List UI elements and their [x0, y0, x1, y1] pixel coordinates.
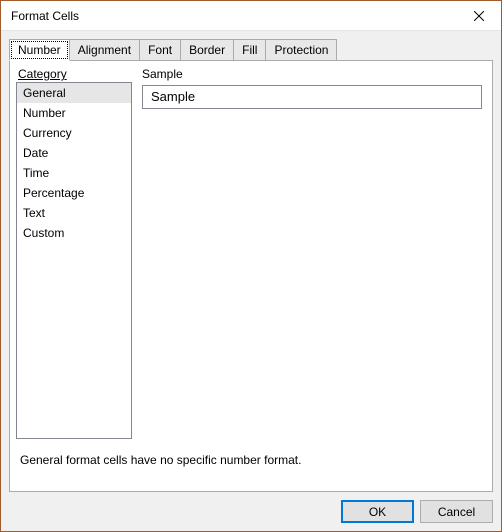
- category-column: Category General Number Currency Date Ti…: [16, 67, 132, 439]
- category-item-date[interactable]: Date: [17, 143, 131, 163]
- tab-number[interactable]: Number: [9, 39, 70, 61]
- category-label: Category: [16, 67, 132, 81]
- category-item-currency[interactable]: Currency: [17, 123, 131, 143]
- close-icon: [474, 11, 484, 21]
- category-item-number[interactable]: Number: [17, 103, 131, 123]
- panel-body: Category General Number Currency Date Ti…: [16, 67, 482, 439]
- category-item-percentage[interactable]: Percentage: [17, 183, 131, 203]
- category-list[interactable]: General Number Currency Date Time Percen…: [16, 82, 132, 439]
- category-item-text[interactable]: Text: [17, 203, 131, 223]
- dialog-content: Number Alignment Font Border Fill Protec…: [1, 31, 501, 531]
- tab-border[interactable]: Border: [180, 39, 234, 61]
- tab-protection[interactable]: Protection: [265, 39, 337, 61]
- tab-strip: Number Alignment Font Border Fill Protec…: [9, 39, 493, 61]
- tab-fill[interactable]: Fill: [233, 39, 266, 61]
- tab-panel-number: Category General Number Currency Date Ti…: [9, 60, 493, 492]
- sample-value: Sample: [151, 89, 195, 104]
- sample-label: Sample: [142, 67, 482, 81]
- category-item-general[interactable]: General: [17, 83, 131, 103]
- ok-button[interactable]: OK: [341, 500, 414, 523]
- window-title: Format Cells: [11, 9, 79, 23]
- format-description: General format cells have no specific nu…: [16, 453, 482, 467]
- dialog-button-row: OK Cancel: [9, 492, 493, 523]
- close-button[interactable]: [456, 1, 501, 31]
- category-item-custom[interactable]: Custom: [17, 223, 131, 243]
- sample-column: Sample Sample: [142, 67, 482, 439]
- titlebar: Format Cells: [1, 1, 501, 31]
- tab-font[interactable]: Font: [139, 39, 181, 61]
- cancel-button[interactable]: Cancel: [420, 500, 493, 523]
- format-cells-dialog: Format Cells Number Alignment Font Borde…: [0, 0, 502, 532]
- category-item-time[interactable]: Time: [17, 163, 131, 183]
- tab-alignment[interactable]: Alignment: [69, 39, 140, 61]
- sample-box: Sample: [142, 85, 482, 109]
